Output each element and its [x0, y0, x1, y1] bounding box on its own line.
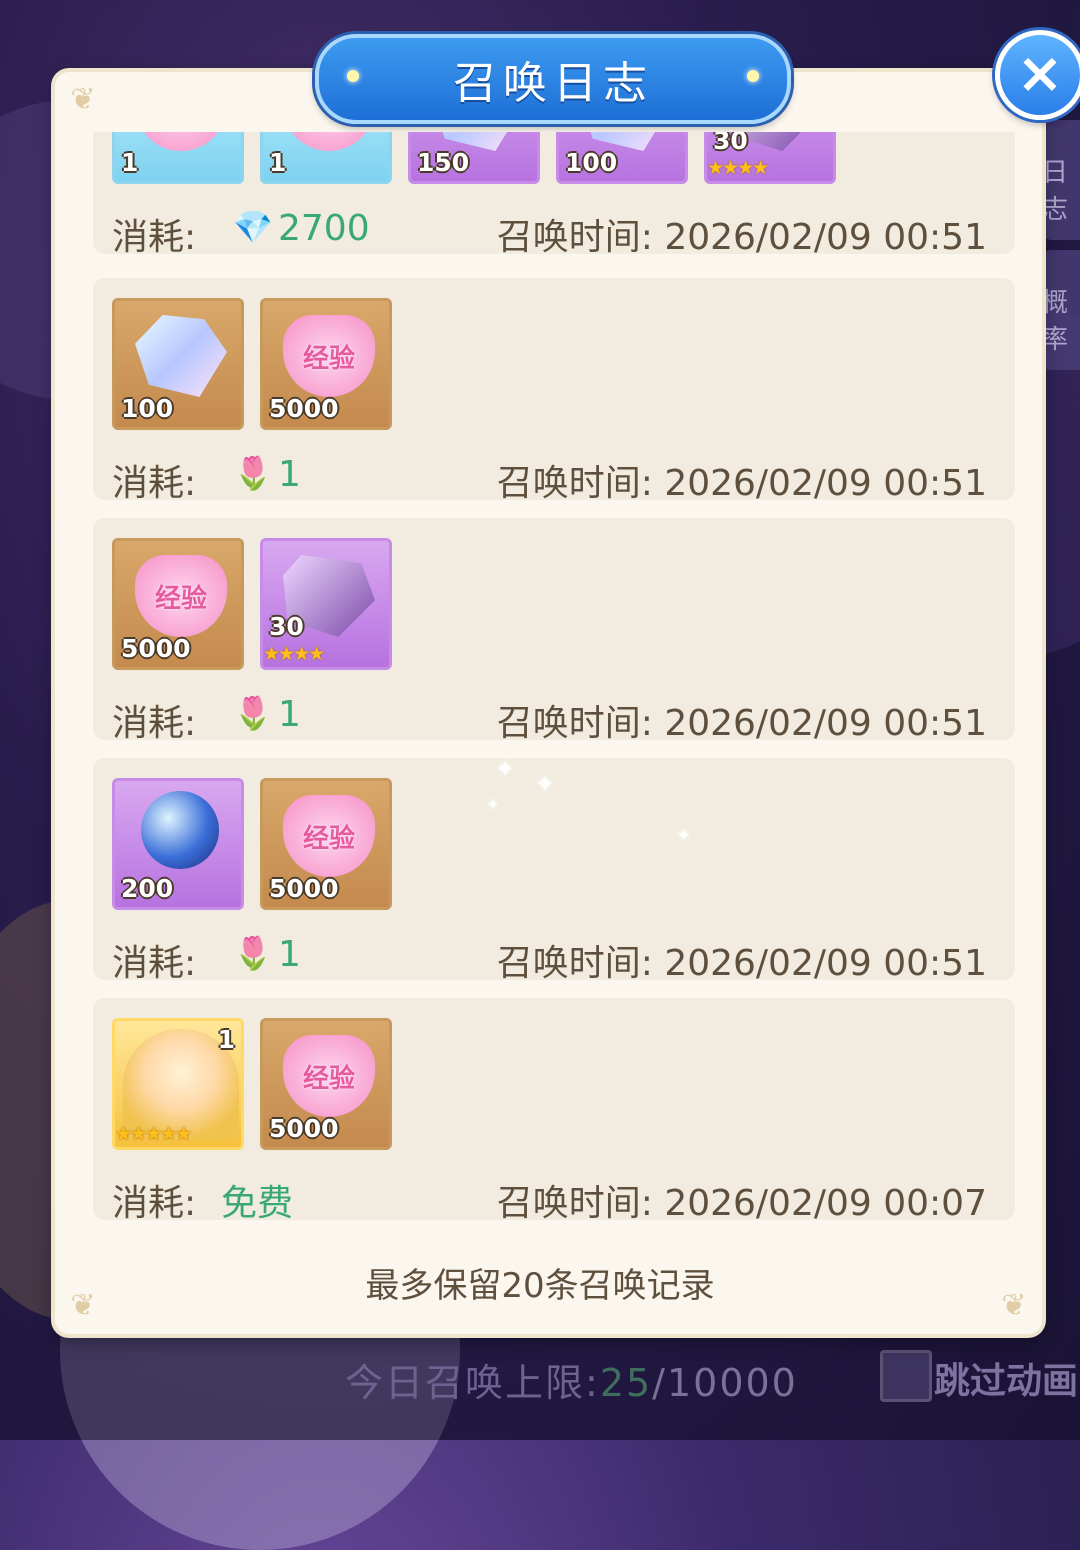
- item-count: 150: [417, 148, 470, 177]
- item-count: 1: [121, 148, 139, 177]
- side-tab-log-label: 日志: [1042, 158, 1069, 225]
- item-count: 5000: [269, 874, 339, 903]
- reward-item-purple-gem[interactable]: 30 ★★★★: [260, 538, 392, 670]
- cost-value: 2700: [278, 208, 370, 249]
- item-count: 30: [269, 612, 304, 641]
- retention-note: 最多保留20条召唤记录: [365, 1266, 715, 1306]
- summon-time-value: 2026/02/09 00:51: [664, 217, 987, 258]
- summon-time-label: 召唤时间:: [496, 217, 653, 258]
- summon-time: 召唤时间: 2026/02/09 00:51: [497, 208, 987, 260]
- daily-limit: 今日召唤上限:25/10000: [345, 1352, 798, 1407]
- cost-label: 消耗:: [112, 943, 197, 984]
- exp-heart-icon: 经验: [283, 1035, 375, 1117]
- summon-time-value: 2026/02/09 00:51: [664, 703, 987, 744]
- reward-item-purple-gem[interactable]: 30 ★★★★: [704, 132, 836, 184]
- item-count: 5000: [269, 1114, 339, 1143]
- item-count: 5000: [269, 394, 339, 423]
- star-orb-icon: [141, 791, 219, 869]
- cost-label: 消耗:: [112, 703, 197, 744]
- reward-item-exp-heart[interactable]: 经验 5000: [260, 298, 392, 430]
- summon-time-label: 召唤时间:: [496, 943, 653, 984]
- reward-item-exp-heart[interactable]: 经验 5000: [260, 778, 392, 910]
- summon-time-label: 召唤时间:: [496, 463, 653, 504]
- flower-icon: 🌷: [233, 694, 273, 732]
- hearts-icon: [283, 132, 375, 151]
- cost-value-free: 免费: [221, 1183, 294, 1222]
- reward-item-pink-hearts[interactable]: 1: [260, 132, 392, 184]
- summon-time-value: 2026/02/09 00:51: [664, 943, 987, 984]
- summon-log-entry: 1 1 150 100 30 ★★★★ 消耗: 💎 2700 召唤时间: 2026…: [93, 132, 1015, 258]
- item-count: 100: [565, 148, 618, 177]
- item-count: 100: [121, 394, 174, 423]
- reward-item-exp-heart[interactable]: 经验 5000: [260, 1018, 392, 1150]
- hearts-icon: [135, 132, 227, 151]
- item-count: 200: [121, 874, 174, 903]
- star-rating: ★★★★★: [115, 1123, 192, 1145]
- diamond-icon: 💎: [233, 208, 273, 246]
- sparkle-icon: ✦: [486, 795, 500, 814]
- exp-heart-icon: 经验: [283, 315, 375, 397]
- summon-time-value: 2026/02/09 00:07: [664, 1183, 987, 1222]
- reward-item-exp-heart[interactable]: 经验 5000: [112, 538, 244, 670]
- daily-limit-total: /10000: [652, 1361, 798, 1405]
- star-rating: ★★★★: [263, 643, 325, 665]
- cost-value: 1: [278, 454, 301, 495]
- summon-time-label: 召唤时间:: [496, 1183, 653, 1222]
- item-count: 5000: [121, 634, 191, 663]
- summon-time: 召唤时间: 2026/02/09 00:07: [497, 1174, 987, 1222]
- exp-heart-icon: 经验: [135, 555, 227, 637]
- reward-item-rainbow-crystal[interactable]: 100: [112, 298, 244, 430]
- daily-limit-label: 今日召唤上限:: [345, 1361, 600, 1405]
- sparkle-icon: ✦: [495, 755, 516, 783]
- summon-log-entry: 1 ★★★★★ 经验 5000 消耗: 免费 召唤时间: 2026/02/09 00…: [93, 998, 1015, 1222]
- dialog-title-banner: 召唤日志: [315, 34, 791, 124]
- summon-time: 召唤时间: 2026/02/09 00:51: [497, 454, 987, 506]
- item-count: 30: [713, 132, 748, 155]
- daily-limit-used: 25: [599, 1361, 653, 1405]
- exp-heart-icon: 经验: [283, 795, 375, 877]
- flower-icon: 🌷: [233, 454, 273, 492]
- sparkle-icon: ✦: [535, 770, 556, 798]
- summon-time: 召唤时间: 2026/02/09 00:51: [497, 694, 987, 746]
- banner-dot-right: [747, 70, 759, 82]
- side-tab-probability-label: 概率: [1042, 288, 1069, 355]
- side-tab-log[interactable]: 日志: [1040, 120, 1080, 240]
- cost-label: 消耗:: [112, 1183, 197, 1222]
- dialog-title: 召唤日志: [453, 58, 653, 109]
- reward-item-star-orb[interactable]: 200: [112, 778, 244, 910]
- summon-log-entry: 经验 5000 30 ★★★★ 消耗: 🌷 1 召唤时间: 2026/02/09 0…: [93, 518, 1015, 744]
- reward-item[interactable]: 100: [556, 132, 688, 184]
- reward-item-character[interactable]: 1 ★★★★★: [112, 1018, 244, 1150]
- summon-log-entry: 100 经验 5000 消耗: 🌷 1 召唤时间: 2026/02/09 00:5…: [93, 278, 1015, 504]
- reward-item-pink-hearts[interactable]: 1: [112, 132, 244, 184]
- item-count: 1: [269, 148, 287, 177]
- sparkle-icon: ✦: [676, 825, 692, 846]
- close-button[interactable]: ×: [995, 30, 1080, 120]
- banner-dot-left: [347, 70, 359, 82]
- summon-time-value: 2026/02/09 00:51: [664, 463, 987, 504]
- close-icon: ×: [1016, 41, 1064, 106]
- summon-time: 召唤时间: 2026/02/09 00:51: [497, 934, 987, 986]
- summon-log-list[interactable]: 1 1 150 100 30 ★★★★ 消耗: 💎 2700 召唤时间: 2026…: [93, 132, 1015, 1222]
- corner-ornament: ❦: [70, 82, 96, 117]
- flower-icon: 🌷: [233, 934, 273, 972]
- cost-value: 1: [278, 934, 301, 975]
- rainbow-crystal-icon: [135, 315, 227, 397]
- side-tab-probability[interactable]: 概率: [1040, 250, 1080, 370]
- skip-animation-checkbox[interactable]: [880, 1350, 932, 1402]
- summon-time-label: 召唤时间:: [496, 703, 653, 744]
- reward-item[interactable]: 150: [408, 132, 540, 184]
- cost-value: 1: [278, 694, 301, 735]
- skip-animation-label[interactable]: 跳过动画: [934, 1352, 1078, 1404]
- item-count: 1: [217, 1025, 235, 1054]
- cost-label: 消耗:: [112, 463, 197, 504]
- star-rating: ★★★★: [707, 157, 769, 179]
- cost-label: 消耗:: [112, 217, 197, 258]
